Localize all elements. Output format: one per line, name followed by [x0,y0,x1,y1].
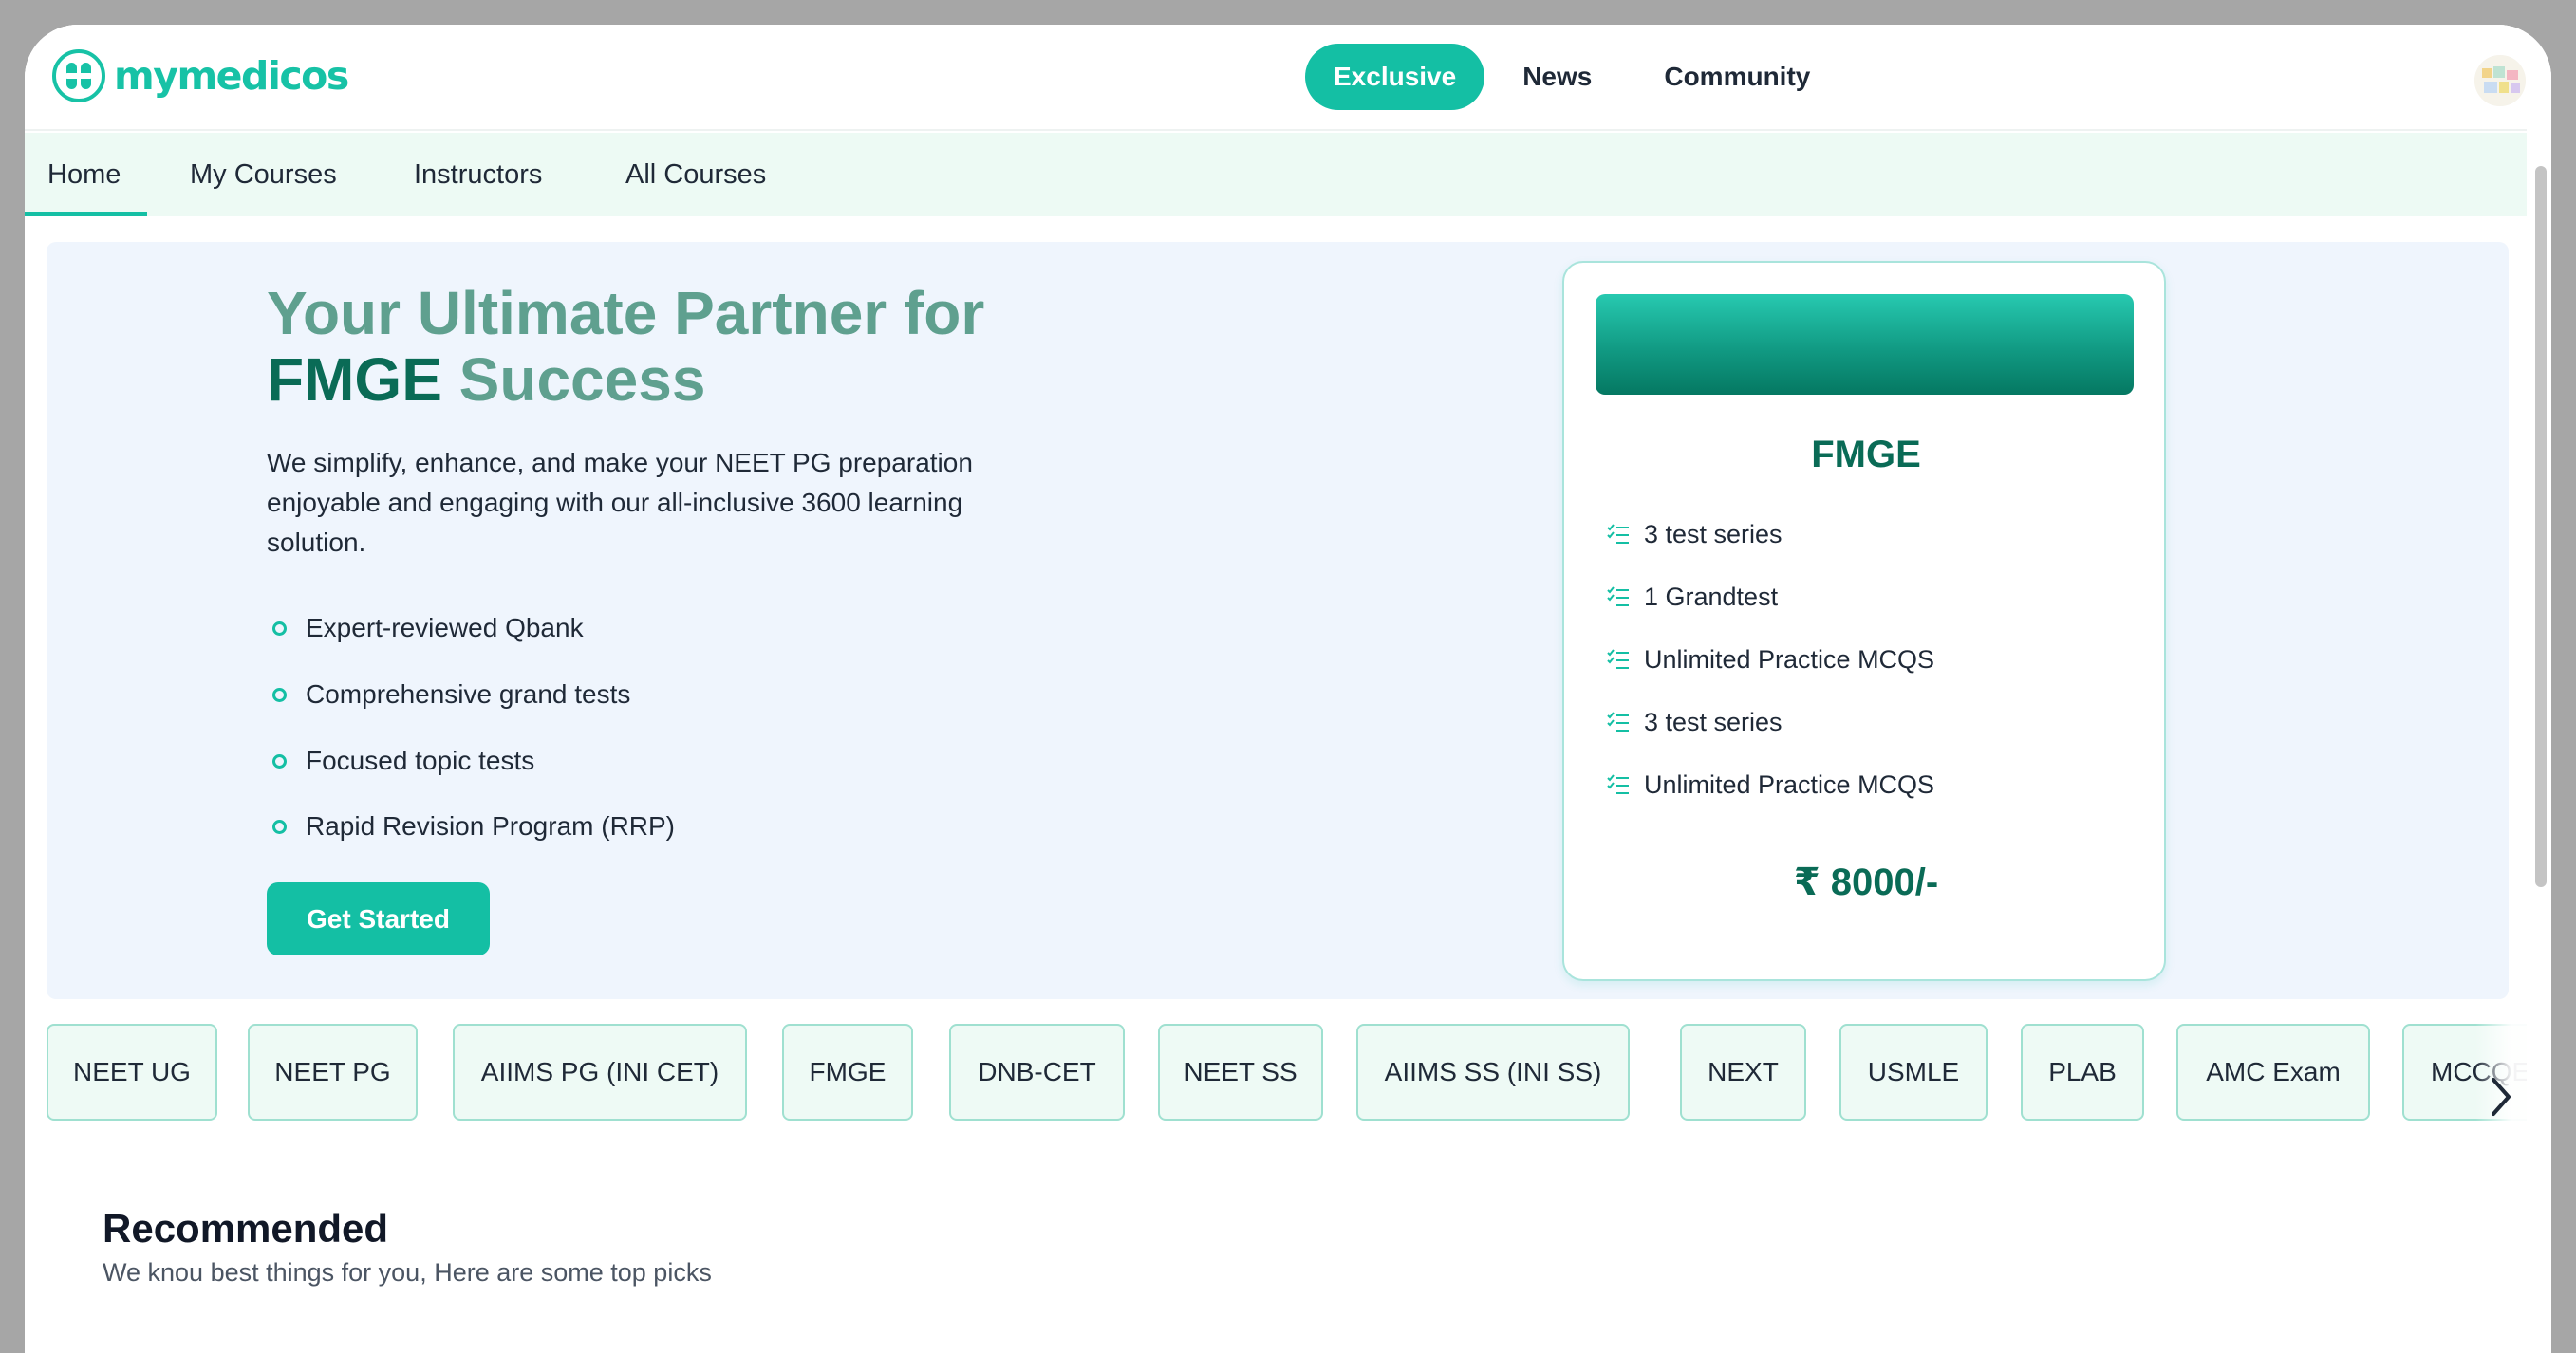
logo-icon [51,48,106,103]
checklist-icon [1607,524,1629,544]
checklist-icon [1607,774,1629,794]
exam-chip-row: NEET UG NEET PG AIIMS PG (INI CET) FMGE … [47,1024,2545,1122]
chip-neet-pg[interactable]: NEET PG [248,1024,418,1121]
plan-item: 1 Grandtest [1606,580,1778,614]
hero-title-emphasis: FMGE [267,345,442,414]
top-header: mymedicos Exclusive News Community [25,25,2527,131]
chip-neet-ug[interactable]: NEET UG [47,1024,217,1121]
plan-card[interactable]: FMGE 3 test series 1 Grandtest Unlimited… [1562,261,2166,981]
get-started-button[interactable]: Get Started [267,882,490,955]
hero-title-line1: Your Ultimate Partner for [267,279,985,347]
feature-label: Focused topic tests [306,746,535,775]
hero-title-line2: FMGE Success [267,346,1121,413]
recommended-title: Recommended [103,1206,389,1251]
feature-label: Expert-reviewed Qbank [306,613,584,642]
chip-aiims-ss[interactable]: AIIMS SS (INI SS) [1356,1024,1630,1121]
feature-label: Comprehensive grand tests [306,679,631,709]
plan-item: 3 test series [1606,705,1783,739]
device-frame: mymedicos Exclusive News Community Home … [0,0,2576,1353]
plan-item: 3 test series [1606,517,1783,551]
bullet-circle-icon [272,687,287,702]
chip-usmle[interactable]: USMLE [1839,1024,1988,1121]
checklist-icon [1607,649,1629,669]
checklist-icon [1607,712,1629,732]
feature-label: Rapid Revision Program (RRP) [306,811,676,841]
user-avatar[interactable] [2474,55,2526,106]
chip-plab[interactable]: PLAB [2021,1024,2144,1121]
plan-item-label: 3 test series [1644,707,1783,736]
chip-fmge[interactable]: FMGE [782,1024,913,1121]
chip-next[interactable]: NEXT [1680,1024,1806,1121]
plan-item-label: 3 test series [1644,519,1783,548]
chip-amc-exam[interactable]: AMC Exam [2176,1024,2370,1121]
plan-banner [1596,294,2134,395]
chevron-right-icon[interactable] [2484,1074,2518,1120]
tab-instructors[interactable]: Instructors [414,133,542,216]
hero-title-rest: Success [441,345,706,414]
plan-item-label: Unlimited Practice MCQS [1644,769,1935,799]
hero-title: Your Ultimate Partner for FMGE Success [267,280,1121,413]
hero-description: We simplify, enhance, and make your NEET… [267,448,973,557]
feature-item: Focused topic tests [267,742,534,780]
feature-item: Expert-reviewed Qbank [267,609,584,647]
feature-item: Rapid Revision Program (RRP) [267,807,675,845]
chip-dnb-cet[interactable]: DNB-CET [949,1024,1125,1121]
recommended-subtitle: We knou best things for you, Here are so… [103,1258,712,1287]
bullet-circle-icon [272,753,287,769]
nav-community[interactable]: Community [1626,44,1844,110]
scrollbar-thumb[interactable] [2535,166,2547,887]
plan-item-label: 1 Grandtest [1644,582,1779,611]
brand-name: mymedicos [114,53,349,99]
bullet-circle-icon [272,621,287,636]
chip-aiims-pg[interactable]: AIIMS PG (INI CET) [453,1024,747,1121]
browser-window: mymedicos Exclusive News Community Home … [25,25,2551,1353]
plan-price: ₹ 8000/- [1793,862,1939,903]
plan-item-label: Unlimited Practice MCQS [1644,644,1935,674]
nav-exclusive[interactable]: Exclusive [1305,44,1485,110]
top-nav: Exclusive News Community [1305,44,1844,110]
nav-news[interactable]: News [1484,44,1626,110]
page: mymedicos Exclusive News Community Home … [25,25,2551,1304]
checklist-icon [1607,586,1629,606]
plan-item: Unlimited Practice MCQS [1606,642,1934,676]
chip-neet-ss[interactable]: NEET SS [1158,1024,1323,1121]
page-scrollbar[interactable] [2527,25,2551,1304]
tab-my-courses[interactable]: My Courses [190,133,337,216]
sub-nav: Home My Courses Instructors All Courses [25,133,2527,216]
plan-title: FMGE [1811,434,1921,475]
tab-home[interactable]: Home [25,133,148,216]
bullet-circle-icon [272,819,287,834]
feature-item: Comprehensive grand tests [267,676,630,714]
brand-logo[interactable]: mymedicos [51,47,349,104]
plan-item: Unlimited Practice MCQS [1606,768,1934,802]
tab-all-courses[interactable]: All Courses [625,133,766,216]
